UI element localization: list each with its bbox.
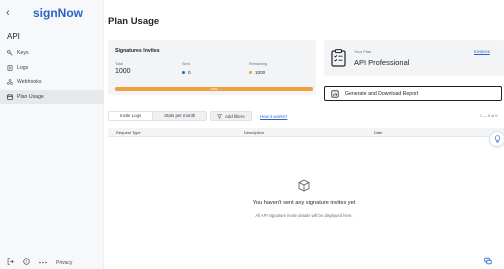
stat-value: 1000: [255, 70, 266, 75]
chat-button[interactable]: [483, 256, 493, 266]
remaining-dot-icon: [249, 71, 252, 74]
sent-dot-icon: [182, 71, 185, 74]
add-filters-button[interactable]: Add filters: [210, 111, 252, 121]
sidebar-item-label: Webhooks: [17, 79, 42, 86]
table-header: Request Type Description Date: [108, 128, 504, 137]
add-filters-label: Add filters: [225, 113, 245, 119]
sidebar-item-keys[interactable]: Keys: [0, 46, 104, 61]
more-icon[interactable]: [39, 260, 47, 266]
plan-usage-icon: [7, 94, 13, 100]
sidebar-nav: Keys Logs Webhooks Plan Usage: [0, 46, 104, 104]
chat-icon: [484, 257, 492, 265]
plan-card: Your Plan API Professional Invoices: [324, 40, 504, 76]
tips-button[interactable]: [489, 131, 504, 147]
filter-icon: [217, 114, 222, 119]
main-content: Plan Usage Signatures Invites Total 1000…: [104, 0, 504, 269]
empty-state-subtitle: All API signature invite details will be…: [255, 213, 353, 218]
svg-text:?: ?: [25, 259, 27, 264]
stat-value-row: 0: [182, 70, 191, 75]
sidebar-footer: ? Privacy: [7, 258, 81, 267]
empty-state-title: You haven't sent any signature invites y…: [252, 200, 356, 206]
stat-sent: Sent 0: [182, 62, 191, 75]
webhooks-icon: [7, 79, 13, 85]
sidebar-item-plan-usage[interactable]: Plan Usage: [0, 89, 104, 104]
tab-invite-logs[interactable]: Invite Logs: [109, 112, 154, 120]
column-header-description[interactable]: Description: [244, 130, 264, 135]
plan-document-icon: [331, 49, 346, 67]
generate-report-label: Generate and Download Report: [345, 90, 419, 97]
sidebar-item-label: Keys: [17, 50, 29, 57]
stat-label: Remaining: [249, 62, 268, 66]
report-icon: [331, 89, 339, 98]
empty-box-icon: [298, 179, 310, 192]
column-header-request-type[interactable]: Request Type: [116, 130, 141, 135]
logout-icon[interactable]: [7, 258, 14, 267]
progress-label: 100%: [210, 87, 218, 91]
stat-remaining: Remaining 1000: [249, 62, 267, 75]
usage-tabs: Invite Logs Stats per month: [108, 111, 208, 121]
how-it-works-link[interactable]: How it works?: [260, 114, 287, 119]
signnow-logo[interactable]: signNow: [33, 6, 83, 20]
card-title: Signatures Invites: [115, 48, 160, 54]
stat-label: Sent: [182, 62, 190, 66]
sidebar-section-title: API: [7, 32, 20, 41]
stat-value: 0: [188, 70, 191, 75]
help-icon[interactable]: ?: [23, 258, 30, 267]
invoices-link[interactable]: Invoices: [474, 49, 490, 54]
plan-name: API Professional: [354, 58, 410, 67]
column-header-date[interactable]: Date: [374, 130, 382, 135]
generate-report-button[interactable]: Generate and Download Report: [324, 86, 502, 101]
usage-progress-bar: 100%: [115, 87, 313, 91]
sidebar-item-label: Plan Usage: [17, 93, 44, 100]
page-title: Plan Usage: [108, 16, 160, 27]
stat-label: Total: [115, 62, 124, 66]
stat-value: 1000: [115, 68, 131, 75]
back-arrow-icon[interactable]: ‹: [6, 7, 10, 19]
logs-icon: [7, 64, 13, 71]
plan-label: Your Plan: [354, 49, 372, 54]
tab-stats-per-month[interactable]: Stats per month: [153, 112, 206, 120]
stat-value-row: 1000: [249, 70, 267, 75]
lightbulb-icon: [494, 135, 500, 143]
sidebar: ‹ signNow API Keys Logs Webhooks Plan Us…: [0, 0, 104, 269]
pagination-info: 1 — 0 of 0: [480, 114, 498, 118]
sidebar-item-webhooks[interactable]: Webhooks: [0, 75, 104, 90]
signature-invites-card: Signatures Invites Total 1000 Sent 0 Rem…: [108, 40, 316, 95]
stat-total: Total 1000: [115, 62, 131, 75]
sidebar-item-logs[interactable]: Logs: [0, 61, 104, 76]
sidebar-header: ‹ signNow: [0, 6, 104, 22]
key-icon: [7, 50, 13, 56]
sidebar-item-label: Logs: [17, 64, 29, 71]
privacy-link[interactable]: Privacy: [56, 260, 72, 266]
